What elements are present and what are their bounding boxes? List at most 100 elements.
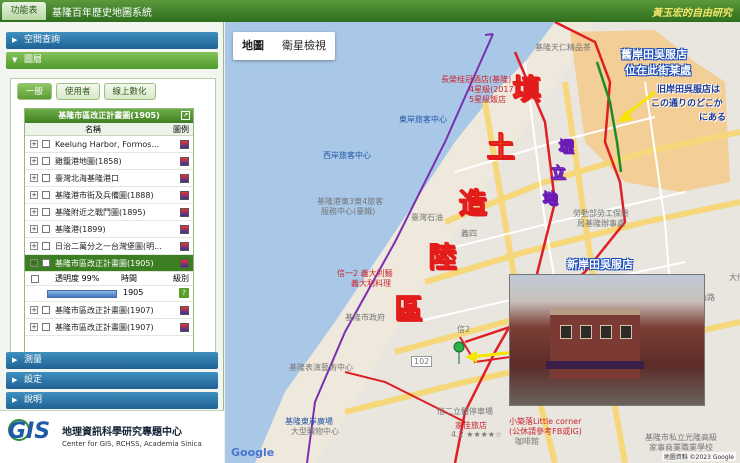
shop-photo — [509, 274, 705, 406]
poi-east-terminal[interactable]: 東岸旅客中心 — [399, 114, 447, 125]
layer-checkbox[interactable] — [31, 275, 39, 283]
chevron-right-icon: ▶ — [12, 376, 18, 384]
tab-map[interactable]: 地圖 — [233, 32, 273, 60]
layer-row[interactable]: + Keelung Harbor, Formos... — [25, 136, 193, 153]
layer-row[interactable]: + 日治二萬分之一台灣堡圖(明... — [25, 238, 193, 255]
layer-checkbox[interactable] — [42, 323, 50, 331]
grid-title: 基隆市區改正計畫圖(1905) ↗ — [25, 109, 193, 123]
reclaimed-char: 埋 — [559, 138, 575, 157]
poi-parking[interactable]: 信二立體停車場 — [437, 406, 493, 417]
accordion-help[interactable]: ▶ 說明 — [6, 392, 218, 409]
level-label: 級別 — [173, 274, 189, 283]
layer-name: 基隆市區改正計畫圖(1907) — [55, 323, 154, 332]
expand-icon[interactable]: + — [30, 174, 38, 182]
expand-icon[interactable]: + — [30, 157, 38, 165]
legend-icon[interactable] — [180, 191, 189, 200]
legend-icon[interactable] — [180, 140, 189, 149]
chevron-right-icon: ▶ — [12, 36, 18, 44]
poi-italian-b: 義大利料理 — [351, 279, 391, 288]
tab-satellite[interactable]: 衛星檢視 — [273, 32, 335, 60]
top-bar: 功能表 基隆百年歷史地圖系統 黃玉宏的自由研究 — [0, 0, 740, 22]
layer-name: 基隆港(1899) — [55, 225, 106, 234]
expand-icon[interactable]: + — [30, 225, 38, 233]
expand-icon[interactable]: + — [30, 242, 38, 250]
map-view[interactable]: 地圖 衛星檢視 長榮桂冠酒店(基隆) 4星級(2017) 5星級飯店 東岸旅客中… — [225, 22, 740, 463]
tab-user[interactable]: 使用者 — [56, 83, 100, 100]
layer-name: 雞籠港地圖(1858) — [55, 157, 122, 166]
layer-name: 臺灣北海基隆港口 — [55, 174, 119, 183]
export-icon[interactable]: ↗ — [181, 111, 190, 120]
poi-city-hall[interactable]: 基隆市政府 — [345, 312, 385, 323]
opacity-label: 透明度 99% — [55, 274, 100, 283]
layer-checkbox[interactable] — [42, 225, 50, 233]
accordion-measure[interactable]: ▶ 測量 — [6, 352, 218, 369]
layer-checkbox[interactable] — [42, 259, 50, 267]
accordion-layers[interactable]: ▼ 圖層 — [6, 52, 218, 69]
tab-online-digitize[interactable]: 線上數化 — [103, 83, 156, 100]
legend-icon[interactable] — [180, 306, 189, 315]
layer-name: Keelung Harbor, Formos... — [55, 140, 160, 149]
new-shop-label: 新岸田吳服店 — [567, 258, 633, 271]
expand-icon[interactable]: + — [30, 191, 38, 199]
layer-row[interactable]: + 臺灣北海基隆港口 — [25, 170, 193, 187]
road-label: 大什 — [729, 273, 740, 282]
opacity-row: 透明度 99% 時間 級別 — [25, 272, 193, 286]
expand-icon[interactable]: + — [30, 208, 38, 216]
legend-icon[interactable] — [180, 157, 189, 166]
legend-icon[interactable] — [180, 208, 189, 217]
map-attribution[interactable]: 地圖資料 ©2023 Google — [661, 452, 736, 461]
layer-checkbox[interactable] — [42, 208, 50, 216]
tab-general[interactable]: 一般 — [17, 83, 53, 100]
expand-icon[interactable]: + — [30, 140, 38, 148]
layer-row[interactable]: + 基隆港(1899) — [25, 221, 193, 238]
poi-west-terminal[interactable]: 西岸旅客中心 — [323, 150, 371, 161]
collapse-icon[interactable]: − — [30, 259, 38, 267]
poi-arts-center[interactable]: 基隆表演藝術中心 — [289, 362, 353, 373]
poi-tea[interactable]: 基隆天仁精品茶 — [535, 42, 591, 53]
layer-row[interactable]: + 雞籠港地圖(1858) — [25, 153, 193, 170]
layer-row[interactable]: + 基隆市區改正計畫圖(1907) — [25, 302, 193, 319]
layer-row[interactable]: + 基隆市區改正計畫圖(1907) — [25, 319, 193, 336]
poi-labor-office-b: 局基隆辦事處 — [577, 219, 625, 228]
help-icon[interactable]: ? — [179, 288, 189, 298]
poi-petroleum[interactable]: 臺灣石油 — [411, 212, 443, 223]
accordion-spatial-query[interactable]: ▶ 空間查詢 — [6, 32, 218, 49]
layer-checkbox[interactable] — [42, 306, 50, 314]
layer-checkbox[interactable] — [42, 242, 50, 250]
poi-guesthouse-rating: 4.2 ★★★★☆ — [451, 430, 503, 439]
legend-icon[interactable] — [180, 323, 189, 332]
old-shop-jp-2: この通りのどこか — [651, 99, 723, 109]
layer-checkbox[interactable] — [42, 157, 50, 165]
photo-awning — [546, 361, 644, 369]
legend-icon[interactable] — [180, 242, 189, 251]
poi-cafe-c: 咖啡館 — [515, 437, 539, 446]
function-menu-tab[interactable]: 功能表 — [2, 2, 46, 20]
layer-name: 基隆附近之戰鬥圖(1895) — [55, 208, 146, 217]
accordion-label: 空間查詢 — [24, 35, 61, 45]
layer-row[interactable]: + 基隆附近之戰鬥圖(1895) — [25, 204, 193, 221]
road-label: 信2 — [457, 325, 471, 334]
layer-subtabs: 一般 使用者 線上數化 — [17, 83, 156, 103]
chevron-down-icon: ▼ — [12, 56, 18, 64]
legend-icon[interactable] — [180, 174, 189, 183]
layer-row[interactable]: − 基隆市區改正計畫圖(1905) — [25, 255, 193, 272]
expand-icon[interactable]: + — [30, 323, 38, 331]
expand-icon[interactable]: + — [30, 306, 38, 314]
google-logo: Google — [231, 446, 275, 459]
legend-icon[interactable] — [180, 259, 189, 268]
layer-name: 基隆市區改正計畫圖(1905) — [55, 259, 154, 268]
sidebar: ▶ 空間查詢 ▼ 圖層 一般 使用者 線上數化 基隆市區改正計畫圖(1905) … — [0, 22, 224, 463]
old-shop-label-2: 位在此街某處 — [625, 64, 691, 77]
chevron-right-icon: ▶ — [12, 396, 18, 404]
landfill-char: 填 — [512, 73, 542, 107]
legend-icon[interactable] — [180, 225, 189, 234]
layer-checkbox[interactable] — [42, 174, 50, 182]
layer-checkbox[interactable] — [42, 191, 50, 199]
layer-name: 基隆港市街及兵備圖(1888) — [55, 191, 154, 200]
poi-hotel-sub2: 5星級飯店 — [469, 95, 507, 104]
layer-row[interactable]: + 基隆港市街及兵備圖(1888) — [25, 187, 193, 204]
layer-checkbox[interactable] — [42, 140, 50, 148]
landfill-char: 區 — [394, 293, 424, 327]
accordion-settings[interactable]: ▶ 設定 — [6, 372, 218, 389]
opacity-slider[interactable] — [47, 290, 117, 298]
